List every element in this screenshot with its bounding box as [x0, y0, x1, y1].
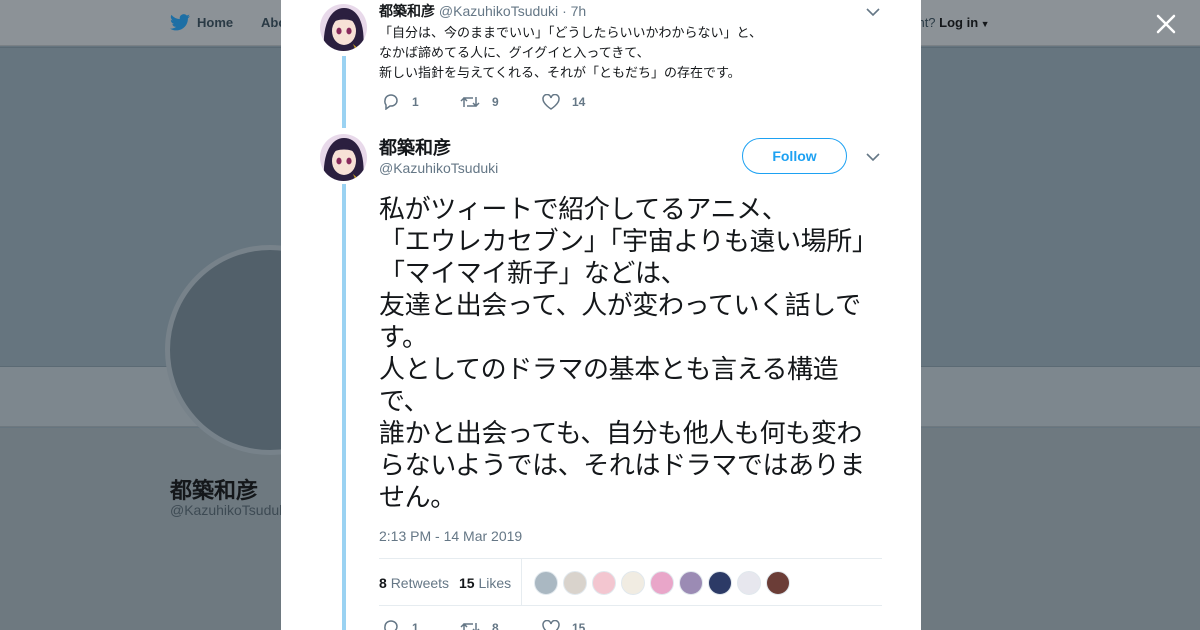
- main-tweet-text: 私がツィートで紹介してるアニメ、 「エウレカセブン」「宇宙よりも遠い場所」「マイ…: [379, 195, 878, 513]
- main-retweet-button[interactable]: 8: [460, 620, 518, 630]
- chevron-down-icon[interactable]: [866, 152, 880, 162]
- main-reply-button[interactable]: 1: [382, 619, 436, 630]
- main-retweet-count: 8: [492, 620, 499, 630]
- anime-avatar-7[interactable]: [708, 571, 732, 595]
- anime-avatar-4[interactable]: [621, 571, 645, 595]
- main-tweet-actions: 1 8 15: [382, 619, 609, 630]
- login-link[interactable]: Log in: [939, 15, 978, 30]
- retweets-label: Retweets: [390, 575, 450, 591]
- retweet-total: 8: [379, 575, 387, 591]
- heart-icon: [542, 93, 560, 110]
- anime-avatar-icon: [320, 134, 367, 181]
- twitter-bird-icon: [170, 14, 190, 31]
- main-tweet-handle[interactable]: @KazuhikoTsuduki: [379, 160, 498, 176]
- tweet-stats: 8 Retweets 15 Likes: [379, 558, 882, 606]
- parent-retweet-count: 9: [492, 94, 499, 109]
- parent-reply-count: 1: [412, 94, 419, 109]
- caret-down-icon: ▼: [978, 19, 990, 29]
- nav-home-link[interactable]: Home: [197, 15, 233, 30]
- profile-name: 都築和彦: [170, 479, 259, 504]
- main-reply-count: 1: [412, 620, 419, 630]
- heart-icon: [542, 619, 560, 630]
- parent-tweet-avatar[interactable]: [320, 4, 367, 51]
- parent-tweet: 都築和彦 @KazuhikoTsuduki · 7h 「自分は、今のままでいい」…: [379, 2, 762, 84]
- parent-tweet-name[interactable]: 都築和彦: [379, 4, 435, 20]
- likes-stat[interactable]: 15 Likes: [459, 575, 511, 591]
- default-avatar-1[interactable]: [534, 571, 558, 595]
- parent-tweet-text: 「自分は、今のままでいい」「どうしたらいいかわからない」と、 なかば諦めてる人に…: [379, 26, 762, 81]
- main-like-count: 15: [572, 620, 586, 630]
- anime-avatar-6[interactable]: [679, 571, 703, 595]
- anime-avatar-5[interactable]: [650, 571, 674, 595]
- reply-icon: [384, 620, 398, 630]
- likes-label: Likes: [478, 575, 512, 591]
- parent-like-count: 14: [572, 94, 586, 109]
- anime-avatar-icon: [320, 4, 367, 51]
- close-icon[interactable]: [1152, 10, 1180, 38]
- parent-reply-button[interactable]: 1: [382, 93, 436, 110]
- retweet-icon: [460, 96, 480, 107]
- liker-avatars: [534, 571, 795, 595]
- anime-avatar-2[interactable]: [563, 571, 587, 595]
- parent-retweet-button[interactable]: 9: [460, 94, 518, 110]
- anime-avatar-8[interactable]: [737, 571, 761, 595]
- thread-connector-line-lower: [342, 184, 346, 630]
- reply-icon: [384, 94, 398, 110]
- retweets-stat[interactable]: 8 Retweets: [379, 575, 449, 591]
- main-like-button[interactable]: 15: [542, 619, 586, 630]
- main-tweet-name[interactable]: 都築和彦: [379, 134, 451, 160]
- parent-like-button[interactable]: 14: [542, 93, 586, 110]
- follow-button[interactable]: Follow: [742, 138, 847, 174]
- main-tweet-avatar[interactable]: [320, 134, 367, 181]
- parent-tweet-actions: 1 9 14: [382, 93, 609, 110]
- parent-tweet-time[interactable]: · 7h: [562, 3, 586, 19]
- parent-tweet-handle[interactable]: @KazuhikoTsuduki: [439, 3, 558, 19]
- chevron-down-icon[interactable]: [866, 7, 880, 17]
- retweet-icon: [460, 622, 480, 630]
- anime-avatar-3[interactable]: [592, 571, 616, 595]
- anime-avatar-9[interactable]: [766, 571, 790, 595]
- like-total: 15: [459, 575, 475, 591]
- main-tweet-timestamp[interactable]: 2:13 PM - 14 Mar 2019: [379, 528, 522, 544]
- thread-connector-line: [342, 56, 346, 128]
- profile-handle: @KazuhikoTsuduk: [170, 502, 287, 518]
- stats-divider: [521, 559, 522, 606]
- tweet-modal: 都築和彦 @KazuhikoTsuduki · 7h 「自分は、今のままでいい」…: [281, 0, 921, 630]
